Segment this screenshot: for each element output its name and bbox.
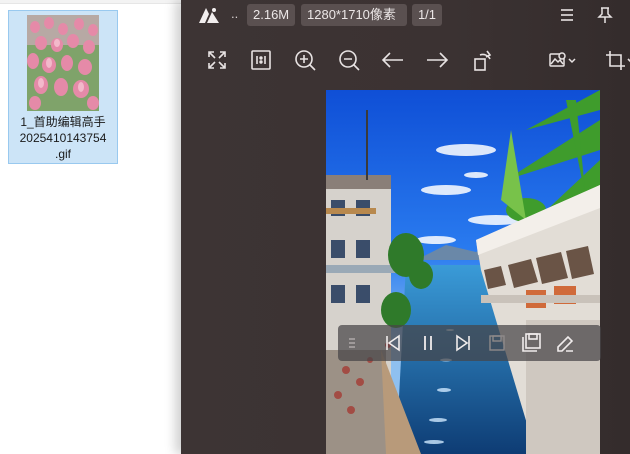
file-size-badge: 2.16M — [247, 4, 295, 26]
file-name-line-3: .gif — [54, 147, 71, 161]
pause-icon[interactable] — [417, 332, 439, 354]
file-item-gif[interactable]: 1_首助编辑高手 2025410143754 .gif — [8, 10, 118, 164]
image-settings-icon[interactable] — [547, 47, 579, 73]
next-frame-icon[interactable] — [452, 332, 474, 354]
fullscreen-icon[interactable] — [204, 47, 230, 73]
file-name-line-1: 1_首助编辑高手 — [20, 115, 106, 129]
zoom-in-icon[interactable] — [292, 47, 318, 73]
title-ellipsis: .. — [231, 6, 239, 21]
image-dimensions-badge: 1280*1710像素 — [301, 4, 407, 26]
rotate-icon[interactable] — [470, 47, 496, 73]
drag-handle-icon[interactable] — [346, 332, 360, 354]
app-logo-icon — [198, 6, 220, 24]
file-name-label: 1_首助编辑高手 2025410143754 .gif — [9, 114, 117, 162]
file-name-line-2: 2025410143754 — [19, 131, 107, 145]
explorer-top-edge — [0, 0, 181, 4]
file-explorer-area: 1_首助编辑高手 2025410143754 .gif — [0, 0, 181, 454]
viewer-toolbar — [181, 44, 630, 74]
save-frame-icon[interactable] — [486, 332, 508, 354]
page-counter-badge: 1/1 — [412, 4, 442, 26]
image-viewer-window: .. 2.16M 1280*1710像素 1/1 — [181, 0, 630, 454]
save-all-icon[interactable] — [520, 332, 542, 354]
zoom-out-icon[interactable] — [336, 47, 362, 73]
arrow-left-icon[interactable] — [380, 47, 406, 73]
displayed-image — [326, 90, 600, 454]
viewer-titlebar[interactable]: .. 2.16M 1280*1710像素 1/1 — [181, 0, 630, 30]
edit-icon[interactable] — [554, 332, 576, 354]
arrow-right-icon[interactable] — [424, 47, 450, 73]
previous-frame-icon[interactable] — [382, 332, 404, 354]
pin-icon[interactable] — [595, 5, 615, 25]
file-thumbnail — [27, 15, 99, 111]
menu-icon[interactable] — [557, 5, 577, 25]
actual-size-icon[interactable] — [248, 47, 274, 73]
playback-control-bar — [338, 325, 601, 361]
crop-icon[interactable] — [603, 47, 630, 73]
